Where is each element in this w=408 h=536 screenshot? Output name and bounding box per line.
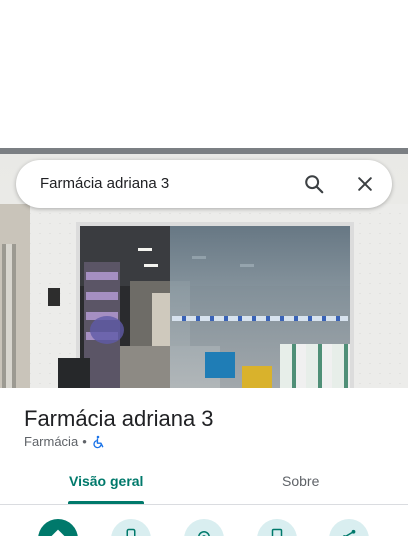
tab-about[interactable]: Sobre	[282, 473, 319, 489]
tab-overview[interactable]: Visão geral	[69, 473, 143, 489]
location-icon	[195, 528, 213, 536]
location-button[interactable]	[184, 519, 224, 536]
blue-bin	[205, 352, 235, 378]
search-icon[interactable]	[302, 172, 326, 196]
call-button[interactable]	[111, 519, 151, 536]
storefront-left-wall	[0, 204, 30, 388]
phone-icon	[122, 528, 140, 536]
side-door	[2, 244, 16, 388]
share-icon	[340, 528, 358, 536]
ceiling-light	[138, 248, 152, 251]
meta-separator: •	[82, 434, 87, 449]
close-icon[interactable]	[353, 172, 377, 196]
place-category[interactable]: Farmácia	[24, 434, 78, 449]
directions-icon	[49, 528, 67, 536]
search-bar[interactable]: Farmácia adriana 3	[16, 160, 392, 208]
back-doorway	[152, 293, 170, 353]
yellow-pack	[242, 366, 272, 388]
intercom	[48, 288, 60, 306]
decor-plant	[90, 316, 124, 344]
search-query[interactable]: Farmácia adriana 3	[40, 175, 169, 192]
wheelchair-icon	[91, 435, 105, 449]
product-boxes	[280, 344, 350, 388]
store-interior	[80, 226, 350, 388]
blank-header-area	[0, 0, 408, 148]
place-title: Farmácia adriana 3	[24, 406, 214, 431]
promo-tape	[172, 316, 348, 321]
bookmark-icon	[268, 528, 286, 536]
directions-button[interactable]	[38, 519, 78, 536]
share-button[interactable]	[329, 519, 369, 536]
place-subtitle: Farmácia •	[24, 434, 105, 449]
ceiling-light	[144, 264, 158, 267]
trash-bin	[58, 358, 90, 388]
save-button[interactable]	[257, 519, 297, 536]
tab-divider	[0, 504, 408, 505]
